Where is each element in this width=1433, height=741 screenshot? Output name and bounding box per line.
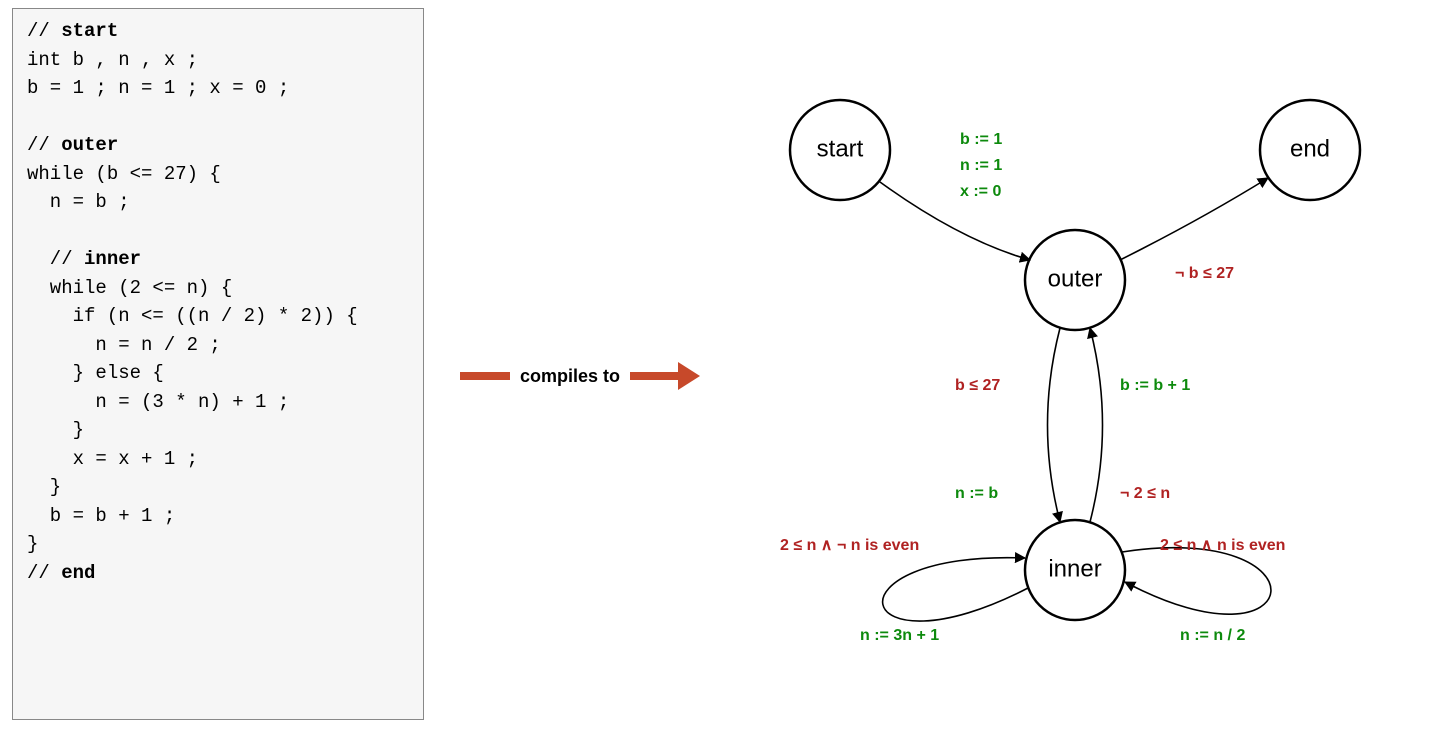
code-line: x = x + 1 ; bbox=[27, 448, 198, 470]
arrow-right-icon bbox=[630, 362, 700, 390]
code-line: n = n / 2 ; bbox=[27, 334, 221, 356]
code-line: b = 1 ; n = 1 ; x = 0 ; bbox=[27, 77, 289, 99]
edge-label: b := b + 1 bbox=[1120, 377, 1190, 394]
edge-inner-left-loop bbox=[883, 558, 1028, 621]
code-line: // bbox=[27, 134, 61, 156]
code-line: } bbox=[27, 419, 84, 441]
edge-outer-end bbox=[1120, 178, 1268, 260]
code-line: } bbox=[27, 476, 61, 498]
code-line: } else { bbox=[27, 362, 164, 384]
code-line: b = b + 1 ; bbox=[27, 505, 175, 527]
node-outer-label: outer bbox=[1048, 265, 1103, 292]
code-line: while (b <= 27) { bbox=[27, 163, 221, 185]
code-bold: start bbox=[61, 20, 118, 42]
edge-label: x := 0 bbox=[960, 183, 1001, 200]
edge-outer-inner bbox=[1048, 328, 1061, 522]
arrow-left-icon bbox=[460, 364, 510, 388]
edge-label: ¬ 2 ≤ n bbox=[1120, 485, 1170, 502]
code-line: // bbox=[27, 20, 61, 42]
code-line: } bbox=[27, 533, 38, 555]
code-bold: outer bbox=[61, 134, 118, 156]
edge-label: n := 3n + 1 bbox=[860, 627, 939, 644]
code-line: n = b ; bbox=[27, 191, 130, 213]
code-line: // bbox=[27, 562, 61, 584]
code-panel: // start int b , n , x ; b = 1 ; n = 1 ;… bbox=[12, 8, 424, 720]
node-start-label: start bbox=[817, 135, 864, 162]
code-line: // bbox=[27, 248, 84, 270]
code-line: while (2 <= n) { bbox=[27, 277, 232, 299]
edge-label: n := n / 2 bbox=[1180, 627, 1245, 644]
code-line: if (n <= ((n / 2) * 2)) { bbox=[27, 305, 358, 327]
edge-inner-outer bbox=[1090, 328, 1103, 522]
code-line: n = (3 * n) + 1 ; bbox=[27, 391, 289, 413]
edge-label: 2 ≤ n ∧ n is even bbox=[1160, 537, 1285, 554]
state-diagram: start end outer inner b := 1 n := 1 x :=… bbox=[740, 60, 1420, 700]
edge-label: n := 1 bbox=[960, 157, 1002, 174]
edge-inner-right-loop bbox=[1122, 548, 1271, 615]
edge-label: n := b bbox=[955, 485, 998, 502]
code-bold: inner bbox=[84, 248, 141, 270]
code-bold: end bbox=[61, 562, 95, 584]
edge-label: 2 ≤ n ∧ ¬ n is even bbox=[780, 537, 919, 554]
compiles-to-label: compiles to bbox=[460, 362, 700, 390]
node-inner-label: inner bbox=[1048, 555, 1101, 582]
compiles-text: compiles to bbox=[520, 366, 620, 387]
node-end-label: end bbox=[1290, 135, 1330, 162]
edge-label: b := 1 bbox=[960, 131, 1002, 148]
code-line: int b , n , x ; bbox=[27, 49, 198, 71]
edge-start-outer bbox=[880, 182, 1030, 260]
edge-label: ¬ b ≤ 27 bbox=[1175, 265, 1234, 282]
edge-label: b ≤ 27 bbox=[955, 377, 1000, 394]
